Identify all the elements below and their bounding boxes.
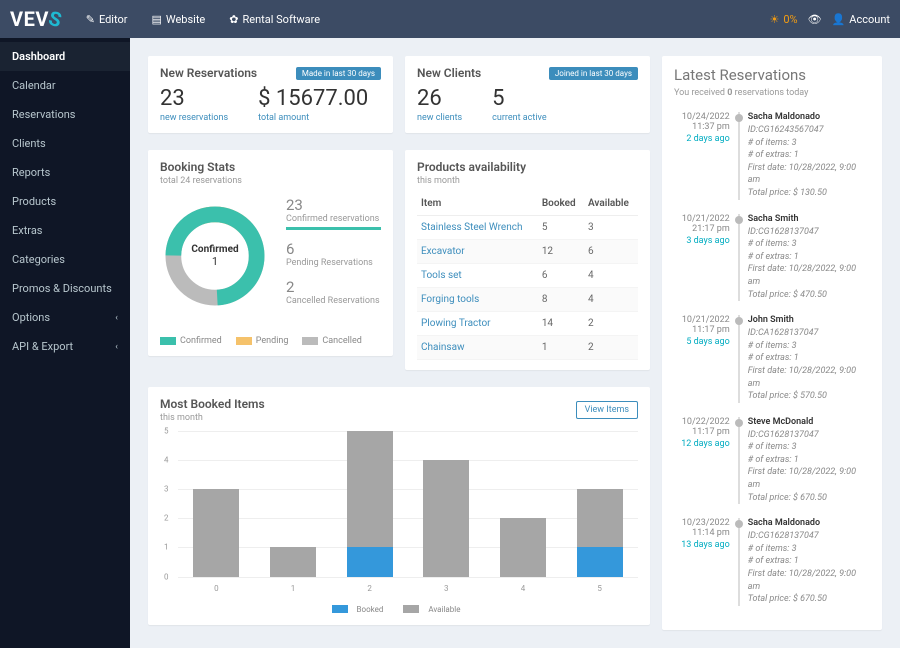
- nav-rental[interactable]: ✿Rental Software: [219, 5, 330, 34]
- table-row[interactable]: Chainsaw12: [417, 335, 638, 359]
- latest-title: Latest Reservations: [674, 66, 870, 84]
- sidebar-item-calendar[interactable]: Calendar: [0, 71, 130, 100]
- latest-subtitle: You received 0 reservations today: [674, 88, 870, 98]
- sidebar: DashboardCalendarReservationsClientsRepo…: [0, 38, 130, 648]
- panel-products-availability: Products availability this month Item Bo…: [405, 150, 650, 370]
- badge-last30: Joined in last 30 days: [549, 67, 638, 80]
- sidebar-item-categories[interactable]: Categories: [0, 245, 130, 274]
- table-row[interactable]: Tools set64: [417, 263, 638, 287]
- reservation-item[interactable]: 10/23/202211:14 pm13 days agoSacha Maldo…: [674, 518, 870, 606]
- sidebar-item-products[interactable]: Products: [0, 187, 130, 216]
- new-clients-count: 26: [417, 86, 462, 111]
- panel-most-booked: Most Booked Items this month View Items …: [148, 387, 650, 626]
- most-booked-chart: 012345 012345: [160, 431, 638, 601]
- bar-group: 0: [193, 431, 239, 577]
- sidebar-item-clients[interactable]: Clients: [0, 129, 130, 158]
- chevron-left-icon: ‹: [115, 342, 118, 352]
- nav-website[interactable]: ▤Website: [141, 5, 215, 34]
- table-row[interactable]: Plowing Tractor142: [417, 311, 638, 335]
- table-row[interactable]: Stainless Steel Wrench53: [417, 215, 638, 239]
- logo: VEVS: [10, 7, 62, 31]
- sidebar-item-options[interactable]: Options‹: [0, 303, 130, 332]
- user-icon: 👤: [832, 13, 846, 26]
- bar-group: 1: [270, 431, 316, 577]
- sidebar-item-extras[interactable]: Extras: [0, 216, 130, 245]
- donut-chart: Confirmed1: [160, 201, 270, 311]
- reservation-item[interactable]: 10/21/202211:17 pm5 days agoJohn SmithID…: [674, 315, 870, 403]
- sidebar-item-reports[interactable]: Reports: [0, 158, 130, 187]
- new-res-amount: $ 15677.00: [258, 86, 368, 111]
- panel-title: New Clients: [417, 66, 481, 80]
- gear-icon: ✿: [229, 13, 238, 26]
- sun-icon: ☀: [770, 13, 780, 26]
- topbar: VEVS ✎Editor ▤Website ✿Rental Software ☀…: [0, 0, 900, 38]
- account-menu[interactable]: 👤Account: [832, 13, 890, 26]
- bar-group: 4: [500, 431, 546, 577]
- panel-new-clients: New Clients Joined in last 30 days 26new…: [405, 56, 650, 133]
- sidebar-item-promos-discounts[interactable]: Promos & Discounts: [0, 274, 130, 303]
- reservation-item[interactable]: 10/22/202211:17 pm12 days agoSteve McDon…: [674, 417, 870, 505]
- panel-latest-reservations: Latest Reservations You received 0 reser…: [662, 56, 882, 630]
- completion-pct[interactable]: ☀0%: [770, 13, 798, 26]
- panel-booking-stats: Booking Stats total 24 reservations Conf…: [148, 150, 393, 356]
- new-res-count: 23: [160, 86, 228, 111]
- panel-title: New Reservations: [160, 66, 257, 80]
- stat-row: 6Pending Reservations: [286, 240, 381, 268]
- badge-last30: Made in last 30 days: [296, 67, 381, 80]
- reservation-item[interactable]: 10/21/202221:17 pm3 days agoSacha SmithI…: [674, 214, 870, 302]
- topnav: ✎Editor ▤Website ✿Rental Software: [76, 5, 330, 34]
- sidebar-item-dashboard[interactable]: Dashboard: [0, 42, 130, 71]
- bar-group: 3: [423, 431, 469, 577]
- table-row[interactable]: Forging tools84: [417, 287, 638, 311]
- products-table: Item Booked Available Stainless Steel Wr…: [417, 192, 638, 360]
- stat-row: 2Cancelled Reservations: [286, 278, 381, 306]
- bar-group: 5: [577, 431, 623, 577]
- topbar-right: ☀0% 👁 👤Account: [770, 13, 891, 26]
- view-items-button[interactable]: View Items: [576, 401, 638, 419]
- sidebar-item-reservations[interactable]: Reservations: [0, 100, 130, 129]
- chart-legend: Booked Available: [160, 605, 638, 616]
- chevron-left-icon: ‹: [115, 313, 118, 323]
- window-icon: ▤: [151, 13, 161, 26]
- bar-group: 2: [347, 431, 393, 577]
- panel-new-reservations: New Reservations Made in last 30 days 23…: [148, 56, 393, 133]
- nav-editor[interactable]: ✎Editor: [76, 5, 138, 34]
- sidebar-item-api-export[interactable]: API & Export‹: [0, 332, 130, 361]
- clients-active: 5: [492, 86, 546, 111]
- table-row[interactable]: Excavator126: [417, 239, 638, 263]
- pencil-icon: ✎: [86, 13, 95, 26]
- reservation-item[interactable]: 10/24/202211:37 pm2 days agoSacha Maldon…: [674, 112, 870, 200]
- eye-icon[interactable]: 👁: [808, 13, 822, 26]
- booking-legend: Confirmed Pending Cancelled: [160, 336, 381, 346]
- stat-row: 23Confirmed reservations: [286, 196, 381, 230]
